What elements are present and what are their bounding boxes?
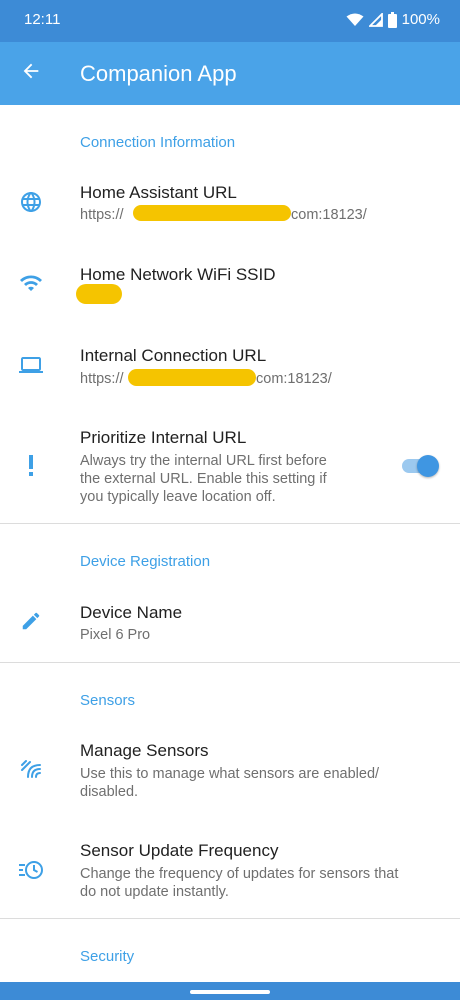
item-description-line: Use this to manage what sensors are enab… bbox=[80, 766, 380, 782]
item-title: Home Network WiFi SSID bbox=[80, 265, 276, 284]
divider bbox=[0, 523, 460, 524]
item-description-line: the external URL. Enable this setting if bbox=[80, 471, 327, 487]
divider bbox=[0, 662, 460, 663]
setting-manage-sensors[interactable]: Manage Sensors Use this to manage what s… bbox=[0, 728, 460, 808]
arrow-back-icon bbox=[20, 60, 42, 87]
redaction-mark bbox=[133, 205, 291, 221]
status-icons: 100% bbox=[346, 11, 440, 28]
setting-sensor-update-frequency[interactable]: Sensor Update Frequency Change the frequ… bbox=[0, 828, 460, 908]
item-description-line: do not update instantly. bbox=[80, 884, 229, 900]
section-header-sensors: Sensors bbox=[80, 692, 136, 709]
item-value-suffix: com:18123/ bbox=[256, 371, 332, 387]
app-bar: Companion App bbox=[0, 42, 460, 105]
item-value-prefix: https:// bbox=[80, 207, 124, 223]
setting-home-assistant-url[interactable]: Home Assistant URL https:// com:18123/ bbox=[0, 170, 460, 240]
sensors-icon bbox=[16, 753, 46, 783]
item-value-prefix: https:// bbox=[80, 371, 124, 387]
prioritize-internal-url-toggle[interactable] bbox=[400, 455, 440, 477]
item-description-line: disabled. bbox=[80, 784, 139, 800]
item-title: Manage Sensors bbox=[80, 741, 209, 760]
item-description-line: Change the frequency of updates for sens… bbox=[80, 866, 399, 882]
page-title: Companion App bbox=[80, 61, 237, 86]
item-title: Home Assistant URL bbox=[80, 183, 237, 202]
section-header-device: Device Registration bbox=[80, 553, 211, 570]
globe-icon bbox=[16, 187, 46, 217]
setting-prioritize-internal-url[interactable]: Prioritize Internal URL Always try the i… bbox=[0, 415, 460, 515]
item-value: Pixel 6 Pro bbox=[80, 627, 151, 643]
section-header-connection: Connection Information bbox=[80, 134, 236, 151]
section-header-security: Security bbox=[80, 948, 135, 965]
item-title: Sensor Update Frequency bbox=[80, 841, 279, 860]
setting-device-name[interactable]: Device Name Pixel 6 Pro bbox=[0, 590, 460, 654]
setting-home-network-ssid[interactable]: Home Network WiFi SSID bbox=[0, 252, 460, 312]
item-value-suffix: com:18123/ bbox=[291, 207, 367, 223]
battery-percent: 100% bbox=[401, 11, 440, 28]
system-navigation-bar bbox=[0, 982, 460, 1000]
divider bbox=[0, 918, 460, 919]
toggle-thumb bbox=[417, 455, 439, 477]
gesture-handle[interactable] bbox=[190, 990, 270, 994]
item-description-line: you typically leave location off. bbox=[80, 489, 276, 505]
item-title: Device Name bbox=[80, 603, 183, 622]
item-description-line: Always try the internal URL first before bbox=[80, 453, 327, 469]
status-bar: 12:11 100% bbox=[0, 0, 460, 42]
battery-icon bbox=[387, 11, 397, 28]
wifi-icon bbox=[16, 268, 46, 298]
redaction-mark bbox=[76, 284, 122, 304]
item-title: Internal Connection URL bbox=[80, 346, 267, 365]
wifi-icon bbox=[346, 13, 364, 27]
signal-icon bbox=[368, 12, 383, 27]
exclamation-icon bbox=[16, 451, 46, 481]
back-button[interactable] bbox=[14, 56, 48, 90]
laptop-icon bbox=[16, 350, 46, 380]
update-clock-icon bbox=[16, 855, 46, 885]
status-time: 12:11 bbox=[24, 11, 61, 28]
redaction-mark bbox=[128, 369, 256, 386]
item-title: Prioritize Internal URL bbox=[80, 428, 247, 447]
pencil-icon bbox=[16, 606, 46, 636]
setting-internal-connection-url[interactable]: Internal Connection URL https:// com:181… bbox=[0, 333, 460, 403]
